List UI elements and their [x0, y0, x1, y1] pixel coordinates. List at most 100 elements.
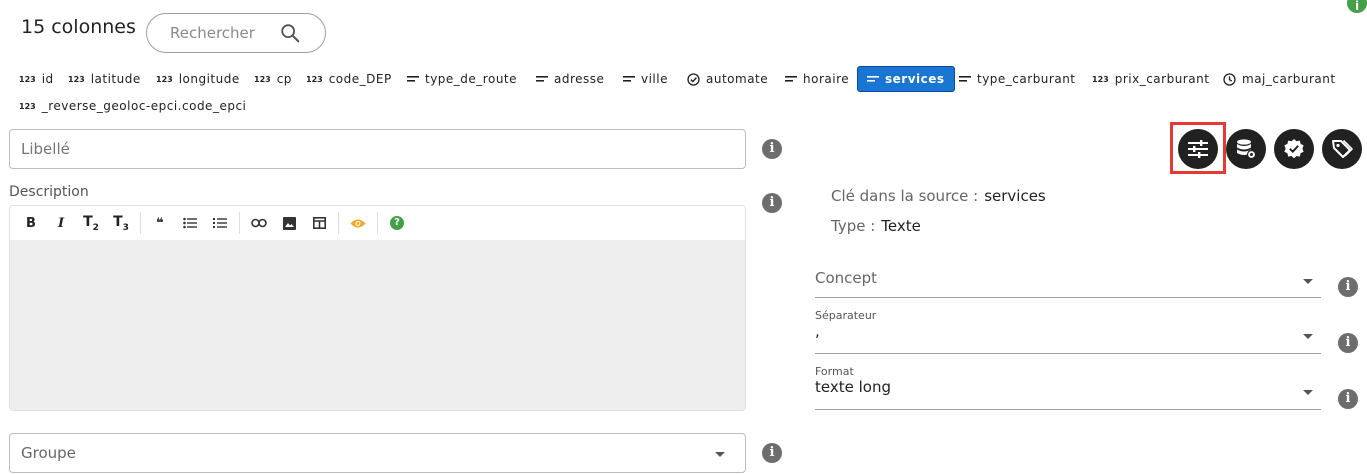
column-chip-label: automate	[706, 72, 769, 86]
number-type-icon: 123	[19, 101, 36, 111]
verified-badge-icon	[1284, 139, 1304, 159]
libelle-info-icon[interactable]: i	[762, 139, 782, 159]
column-chip-longitude[interactable]: 123 longitude	[147, 66, 249, 92]
libelle-input[interactable]	[21, 140, 745, 158]
column-chip-label: id	[41, 72, 54, 86]
type-row: Type : Texte	[831, 217, 921, 235]
description-info-icon[interactable]: i	[762, 193, 782, 213]
settings-sliders-button[interactable]	[1178, 129, 1218, 169]
format-value: texte long	[815, 378, 891, 396]
column-chip-id[interactable]: 123 id	[10, 66, 63, 92]
column-chip-label: code_DEP	[328, 72, 392, 86]
database-gear-icon	[1237, 139, 1257, 160]
tags-icon	[1332, 139, 1353, 158]
column-chip-latitude[interactable]: 123 latitude	[59, 66, 150, 92]
number-type-icon: 123	[254, 74, 271, 84]
image-button[interactable]	[274, 210, 304, 236]
heading2-button[interactable]: T2	[76, 210, 106, 236]
concept-select[interactable]: Concept	[815, 268, 1321, 298]
bullet-list-icon	[183, 217, 197, 229]
column-chip-label: maj_carburant	[1242, 72, 1336, 86]
concept-placeholder: Concept	[815, 269, 878, 287]
text-type-icon	[867, 75, 879, 83]
column-chip-type-de-route[interactable]: type_de_route	[398, 66, 526, 92]
text-type-icon	[623, 75, 635, 83]
libelle-field[interactable]	[9, 129, 746, 169]
format-select[interactable]: Format texte long	[815, 365, 1321, 410]
numbered-list-icon	[213, 218, 227, 228]
italic-button[interactable]: I	[46, 210, 76, 236]
toolbar-divider	[377, 212, 378, 234]
column-chip-label: latitude	[90, 72, 141, 86]
heading3-button[interactable]: T3	[106, 210, 136, 236]
bold-label: B	[26, 215, 36, 231]
groupe-info-icon[interactable]: i	[762, 443, 782, 463]
column-chip-maj-carburant[interactable]: maj_carburant	[1214, 66, 1345, 92]
chevron-down-icon	[715, 452, 725, 457]
chevron-down-icon	[1303, 390, 1313, 395]
column-chip-label: adresse	[554, 72, 605, 86]
editor-toolbar: B I T2 T3 ❝ ?	[10, 206, 745, 241]
column-chip-services[interactable]: services	[857, 66, 955, 92]
separator-select[interactable]: Séparateur ,	[815, 309, 1321, 354]
table-icon	[312, 217, 326, 229]
check-circle-icon	[687, 72, 700, 86]
database-settings-button[interactable]	[1226, 129, 1266, 169]
source-key-value: services	[984, 187, 1046, 205]
column-chip-horaire[interactable]: horaire	[776, 66, 858, 92]
column-chip-type-carburant[interactable]: type_carburant	[950, 66, 1085, 92]
search-box[interactable]	[146, 13, 326, 53]
column-chip-label: prix_carburant	[1114, 72, 1210, 86]
verified-button[interactable]	[1274, 129, 1314, 169]
column-chip-adresse[interactable]: adresse	[527, 66, 613, 92]
groupe-select[interactable]: Groupe	[9, 433, 746, 473]
search-input[interactable]	[170, 24, 270, 42]
column-chip-automate[interactable]: automate	[678, 66, 777, 92]
column-chip-reverse-geoloc-epci-code-epci[interactable]: 123 _reverse_geoloc-epci.code_epci	[10, 93, 255, 119]
column-chip-label: type_carburant	[977, 72, 1076, 86]
chevron-down-icon	[1303, 334, 1313, 339]
column-chip-prix-carburant[interactable]: 123 prix_carburant	[1083, 66, 1218, 92]
image-icon	[282, 216, 296, 230]
column-chip-ville[interactable]: ville	[614, 66, 677, 92]
link-button[interactable]	[244, 210, 274, 236]
info-icon[interactable]: i	[1347, 0, 1367, 13]
groupe-placeholder: Groupe	[21, 444, 76, 462]
toolbar-divider	[140, 212, 141, 234]
text-type-icon	[407, 75, 419, 83]
preview-button[interactable]	[343, 210, 373, 236]
concept-info-icon[interactable]: i	[1338, 277, 1358, 297]
format-info-icon[interactable]: i	[1338, 389, 1358, 409]
heading3-label: T3	[113, 213, 129, 233]
column-chip-label: type_de_route	[425, 72, 518, 86]
eye-icon	[350, 219, 366, 227]
number-type-icon: 123	[68, 74, 85, 84]
chevron-down-icon	[1303, 279, 1313, 284]
text-type-icon	[959, 75, 971, 83]
separator-value: ,	[815, 322, 820, 340]
source-key-row: Clé dans la source : services	[831, 187, 1046, 205]
page-title: 15 colonnes	[21, 16, 136, 38]
column-chip-code-dep[interactable]: 123 code_DEP	[297, 66, 401, 92]
column-chip-label: _reverse_geoloc-epci.code_epci	[41, 99, 247, 113]
number-type-icon: 123	[1092, 74, 1109, 84]
clock-icon	[1223, 72, 1236, 86]
table-button[interactable]	[304, 210, 334, 236]
tags-button[interactable]	[1322, 129, 1362, 169]
text-type-icon	[785, 75, 797, 83]
separator-label: Séparateur	[815, 309, 877, 322]
bold-button[interactable]: B	[16, 210, 46, 236]
help-button[interactable]: ?	[382, 210, 412, 236]
search-icon[interactable]	[279, 22, 301, 44]
link-icon	[251, 218, 267, 228]
quote-button[interactable]: ❝	[145, 210, 175, 236]
numbered-list-button[interactable]	[205, 210, 235, 236]
editor-content-area[interactable]	[10, 241, 745, 410]
italic-label: I	[57, 215, 65, 231]
source-key-label: Clé dans la source :	[831, 187, 979, 205]
column-chip-cp[interactable]: 123 cp	[245, 66, 301, 92]
description-editor[interactable]: B I T2 T3 ❝ ?	[9, 205, 746, 411]
bullet-list-button[interactable]	[175, 210, 205, 236]
column-chip-label: longitude	[178, 72, 240, 86]
separator-info-icon[interactable]: i	[1338, 333, 1358, 353]
